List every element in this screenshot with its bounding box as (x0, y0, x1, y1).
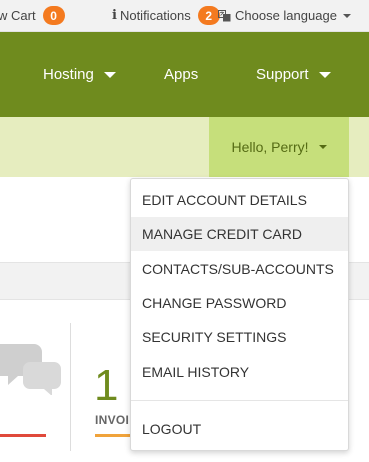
notifications-count-badge: 2 (197, 6, 220, 25)
top-utility-bar: w Cart 0 i Notifications 2 Choose langua… (0, 0, 369, 32)
menu-item-email-history[interactable]: EMAIL HISTORY (131, 355, 348, 389)
menu-item-contacts-sub-accounts[interactable]: CONTACTS/SUB-ACCOUNTS (131, 252, 348, 286)
chat-bubbles-icon (0, 340, 62, 396)
account-dropdown-menu: EDIT ACCOUNT DETAILS MANAGE CREDIT CARD … (130, 178, 349, 451)
menu-item-edit-account-details[interactable]: EDIT ACCOUNT DETAILS (131, 183, 348, 217)
language-icon (218, 9, 231, 22)
account-menu-toggle[interactable]: Hello, Perry! (209, 117, 349, 177)
account-bar: Hello, Perry! (0, 117, 369, 177)
info-icon: i (112, 8, 117, 23)
invoices-label: INVOI (95, 413, 130, 427)
view-cart-link[interactable]: w Cart 0 (0, 0, 65, 31)
notifications-label: Notifications (119, 8, 191, 23)
language-selector[interactable]: Choose language (218, 0, 351, 31)
menu-item-logout[interactable]: LOGOUT (131, 412, 348, 446)
caret-down-icon (318, 71, 331, 78)
menu-item-manage-credit-card[interactable]: MANAGE CREDIT CARD (131, 217, 348, 251)
language-label: Choose language (235, 8, 337, 23)
menu-divider (131, 400, 348, 401)
nav-item-label: Apps (164, 66, 199, 83)
divider (70, 323, 71, 451)
stat-underline-orange (95, 434, 135, 437)
greeting-label: Hello, Perry! (231, 139, 309, 155)
nav-item-label: Hosting (43, 66, 94, 83)
caret-down-icon (318, 145, 327, 149)
menu-item-change-password[interactable]: CHANGE PASSWORD (131, 286, 348, 320)
menu-item-security-settings[interactable]: SECURITY SETTINGS (131, 320, 348, 354)
nav-item-label: Support (256, 66, 309, 83)
main-navbar: Hosting Apps Support (0, 32, 369, 117)
nav-item-hosting[interactable]: Hosting (43, 32, 116, 117)
nav-item-support[interactable]: Support (256, 32, 331, 117)
caret-down-icon (103, 71, 116, 78)
nav-item-apps[interactable]: Apps (164, 32, 198, 117)
invoices-count: 1 (94, 361, 119, 410)
chevron-down-icon (342, 13, 351, 18)
notifications-link[interactable]: i Notifications 2 (112, 0, 220, 31)
stat-underline-red (0, 434, 46, 437)
cart-label: w Cart (0, 8, 36, 23)
cart-count-badge: 0 (42, 6, 65, 25)
